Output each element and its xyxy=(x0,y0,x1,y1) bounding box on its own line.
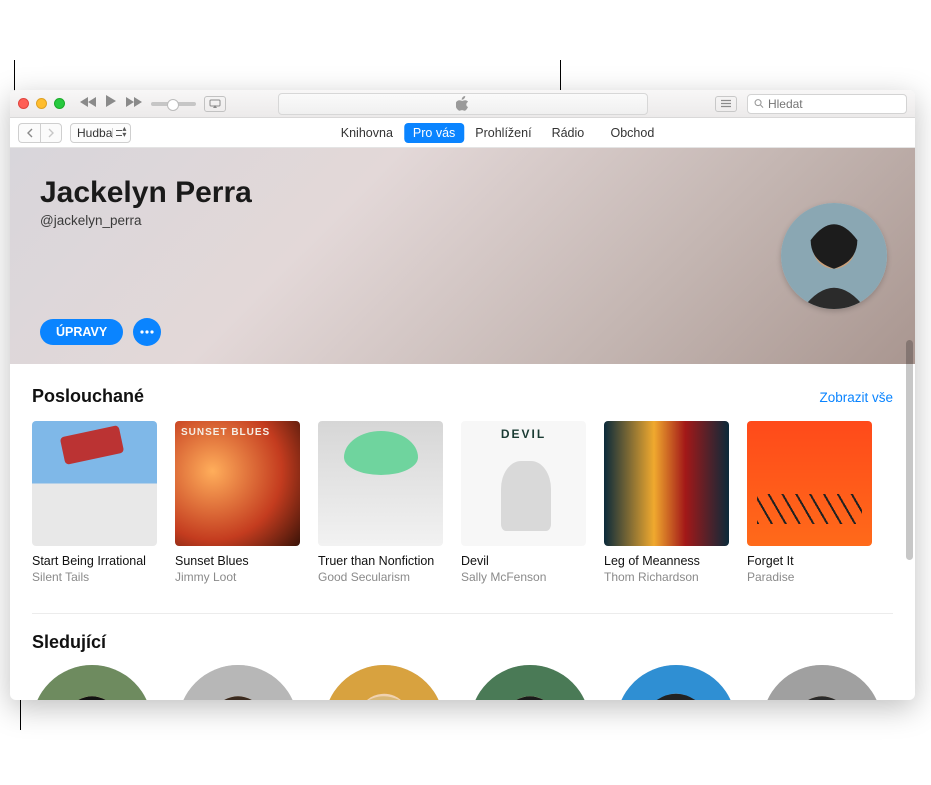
album-title: Forget It xyxy=(747,554,872,570)
vertical-scrollbar[interactable] xyxy=(906,340,913,560)
album-item[interactable]: Sunset Blues Jimmy Loot xyxy=(175,421,300,585)
library-selector-label: Hudba xyxy=(77,126,112,140)
close-window-button[interactable] xyxy=(18,98,29,109)
album-item[interactable]: Devil Sally McFenson xyxy=(461,421,586,585)
profile-name: Jackelyn Perra xyxy=(40,176,885,210)
album-cover xyxy=(175,421,300,546)
album-title: Devil xyxy=(461,554,586,570)
minimize-window-button[interactable] xyxy=(36,98,47,109)
edit-profile-button[interactable]: ÚPRAVY xyxy=(40,319,123,345)
album-title: Sunset Blues xyxy=(175,554,300,570)
tab-radio[interactable]: Rádio xyxy=(543,123,594,143)
follower-avatar[interactable] xyxy=(324,665,444,700)
next-track-button[interactable] xyxy=(125,95,143,113)
ellipsis-icon xyxy=(140,330,154,334)
library-selector[interactable]: Hudba ▴▾ xyxy=(70,123,131,143)
now-playing-display xyxy=(278,93,648,115)
apple-logo-icon xyxy=(456,96,469,111)
album-cover xyxy=(747,421,872,546)
search-input[interactable] xyxy=(768,97,900,111)
profile-handle: @jackelyn_perra xyxy=(40,213,885,228)
album-item[interactable]: Forget It Paradise xyxy=(747,421,872,585)
tab-for-you[interactable]: Pro vás xyxy=(404,123,464,143)
album-artist: Silent Tails xyxy=(32,570,157,585)
chevron-updown-icon: ▴▾ xyxy=(122,126,126,138)
album-artist: Good Secularism xyxy=(318,570,443,585)
album-cover xyxy=(318,421,443,546)
listening-section-title: Poslouchané xyxy=(32,386,144,407)
play-button[interactable] xyxy=(105,94,117,113)
listening-row: Start Being Irrational Silent Tails Suns… xyxy=(32,421,893,585)
profile-header: Jackelyn Perra @jackelyn_perra ÚPRAVY xyxy=(10,148,915,364)
tab-browse[interactable]: Prohlížení xyxy=(466,123,540,143)
album-artist: Sally McFenson xyxy=(461,570,586,585)
tab-library[interactable]: Knihovna xyxy=(332,123,402,143)
zoom-window-button[interactable] xyxy=(54,98,65,109)
volume-slider[interactable] xyxy=(151,102,196,106)
follower-avatar[interactable] xyxy=(616,665,736,700)
search-field[interactable] xyxy=(747,94,907,114)
window-controls xyxy=(18,98,65,109)
content-area: Poslouchané Zobrazit vše Start Being Irr… xyxy=(10,364,915,700)
more-actions-button[interactable] xyxy=(133,318,161,346)
follower-avatar[interactable] xyxy=(178,665,298,700)
airplay-button[interactable] xyxy=(204,96,226,112)
followers-row xyxy=(32,665,893,700)
album-cover xyxy=(461,421,586,546)
album-title: Truer than Nonfiction xyxy=(318,554,443,570)
up-next-button[interactable] xyxy=(715,96,737,112)
app-window: Hudba ▴▾ Knihovna Pro vás Prohlížení Rád… xyxy=(10,90,915,700)
album-artist: Thom Richardson xyxy=(604,570,729,585)
album-title: Leg of Meanness xyxy=(604,554,729,570)
album-artist: Paradise xyxy=(747,570,872,585)
album-item[interactable]: Leg of Meanness Thom Richardson xyxy=(604,421,729,585)
album-artist: Jimmy Loot xyxy=(175,570,300,585)
album-cover xyxy=(604,421,729,546)
playback-controls xyxy=(79,94,226,113)
profile-avatar[interactable] xyxy=(781,203,887,309)
nav-row: Hudba ▴▾ Knihovna Pro vás Prohlížení Rád… xyxy=(10,118,915,148)
titlebar xyxy=(10,90,915,118)
nav-back-button[interactable] xyxy=(18,123,40,143)
album-cover xyxy=(32,421,157,546)
album-title: Start Being Irrational xyxy=(32,554,157,570)
tab-store[interactable]: Obchod xyxy=(605,123,661,143)
listening-see-all-link[interactable]: Zobrazit vše xyxy=(819,390,893,405)
album-item[interactable]: Start Being Irrational Silent Tails xyxy=(32,421,157,585)
follower-avatar[interactable] xyxy=(470,665,590,700)
follower-avatar[interactable] xyxy=(32,665,152,700)
previous-track-button[interactable] xyxy=(79,95,97,113)
search-icon xyxy=(754,98,764,109)
nav-forward-button[interactable] xyxy=(40,123,62,143)
album-item[interactable]: Truer than Nonfiction Good Secularism xyxy=(318,421,443,585)
follower-avatar[interactable] xyxy=(762,665,882,700)
followers-section-title: Sledující xyxy=(32,632,893,653)
avatar-image xyxy=(781,203,887,309)
main-tabs: Knihovna Pro vás Prohlížení Rádio xyxy=(332,123,593,143)
